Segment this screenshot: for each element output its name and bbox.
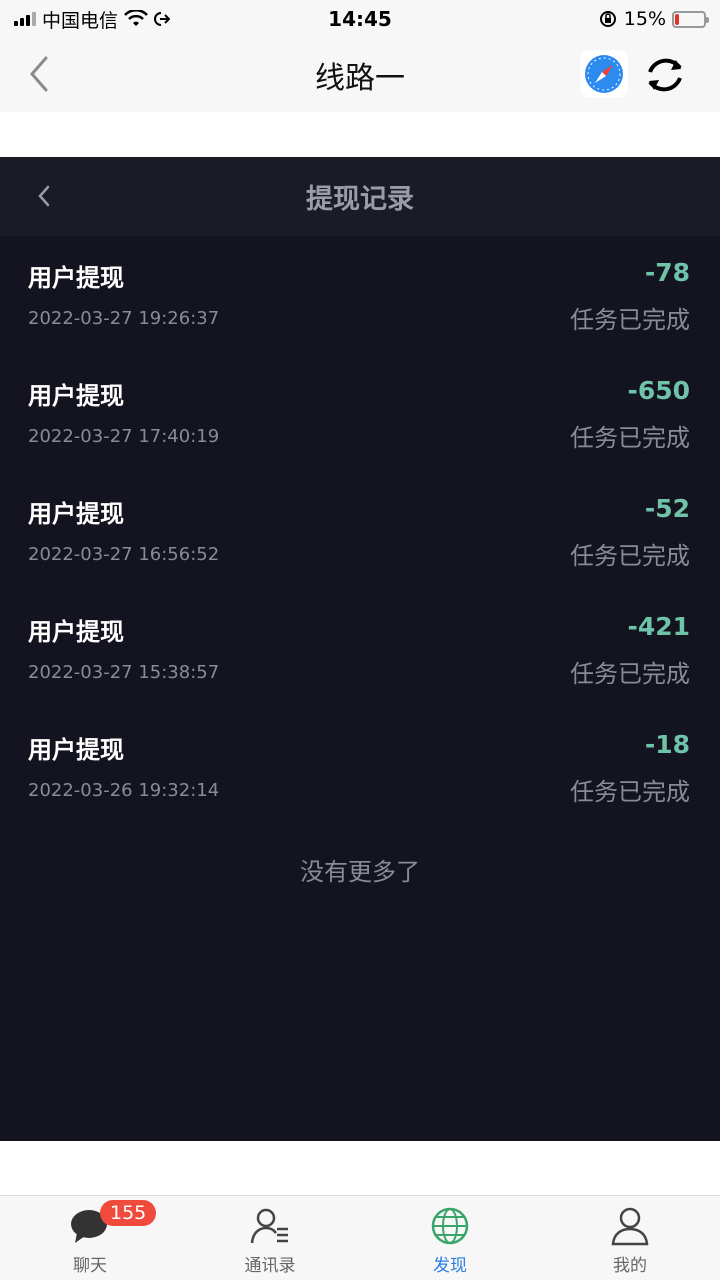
- tab-label: 聊天: [73, 1256, 107, 1276]
- refresh-icon[interactable]: [640, 50, 690, 100]
- back-chevron-icon[interactable]: [22, 54, 62, 94]
- tab-me[interactable]: 我的: [540, 1196, 720, 1280]
- bottom-tab-bar: 聊天 155 通讯录 发现 我的: [0, 1195, 720, 1280]
- record-status: 任务已完成: [570, 424, 690, 452]
- battery-icon: [672, 10, 709, 28]
- compass-icon[interactable]: [580, 50, 628, 98]
- unread-badge: 155: [100, 1200, 157, 1226]
- orientation-lock-icon: [599, 11, 616, 27]
- record-status: 任务已完成: [570, 778, 690, 806]
- withdrawal-records-view: 提现记录 用户提现 2022-03-27 19:26:37 -78 任务已完成 …: [0, 157, 720, 1141]
- contacts-icon: [250, 1208, 288, 1244]
- battery-percent: 15%: [623, 8, 666, 30]
- sub-back-icon[interactable]: [30, 181, 60, 211]
- record-amount: -421: [627, 612, 690, 641]
- record-item[interactable]: 用户提现 2022-03-26 19:32:14 -18 任务已完成: [0, 708, 720, 826]
- record-item[interactable]: 用户提现 2022-03-27 15:38:57 -421 任务已完成: [0, 590, 720, 708]
- tab-discover[interactable]: 发现: [360, 1196, 540, 1280]
- record-amount: -78: [644, 258, 690, 287]
- record-type: 用户提现: [28, 264, 124, 292]
- record-type: 用户提现: [28, 736, 124, 764]
- record-item[interactable]: 用户提现 2022-03-27 16:56:52 -52 任务已完成: [0, 472, 720, 590]
- record-status: 任务已完成: [570, 542, 690, 570]
- record-time: 2022-03-27 19:26:37: [28, 308, 220, 329]
- record-status: 任务已完成: [570, 660, 690, 688]
- record-type: 用户提现: [28, 618, 124, 646]
- tab-contacts[interactable]: 通讯录: [180, 1196, 360, 1280]
- record-amount: -52: [644, 494, 690, 523]
- tab-label: 发现: [433, 1256, 467, 1276]
- record-type: 用户提现: [28, 500, 124, 528]
- tab-label: 通讯录: [244, 1256, 296, 1276]
- record-type: 用户提现: [28, 382, 124, 410]
- person-icon: [611, 1207, 649, 1246]
- top-navigation-bar: 线路一: [0, 38, 720, 112]
- tab-label: 我的: [613, 1256, 647, 1276]
- record-time: 2022-03-27 15:38:57: [28, 662, 220, 683]
- signal-icon: [14, 12, 36, 26]
- tab-chat[interactable]: 聊天 155: [0, 1196, 180, 1280]
- spacer: [0, 1141, 720, 1195]
- sub-header: 提现记录: [0, 157, 720, 236]
- carrier-label: 中国电信: [42, 9, 119, 32]
- spacer: [0, 112, 720, 157]
- record-time: 2022-03-27 16:56:52: [28, 544, 220, 565]
- record-item[interactable]: 用户提现 2022-03-27 17:40:19 -650 任务已完成: [0, 354, 720, 472]
- wifi-icon: [124, 10, 148, 26]
- globe-icon: [431, 1207, 469, 1245]
- status-bar: 中国电信 14:45 15%: [0, 0, 720, 38]
- sub-title: 提现记录: [306, 184, 414, 215]
- no-more-text: 没有更多了: [300, 858, 420, 886]
- record-amount: -18: [644, 730, 690, 759]
- record-time: 2022-03-26 19:32:14: [28, 780, 220, 801]
- record-status: 任务已完成: [570, 306, 690, 334]
- record-item[interactable]: 用户提现 2022-03-27 19:26:37 -78 任务已完成: [0, 236, 720, 354]
- page-title: 线路一: [315, 61, 405, 96]
- call-forward-icon: [154, 12, 171, 26]
- record-amount: -650: [627, 376, 690, 405]
- record-time: 2022-03-27 17:40:19: [28, 426, 220, 447]
